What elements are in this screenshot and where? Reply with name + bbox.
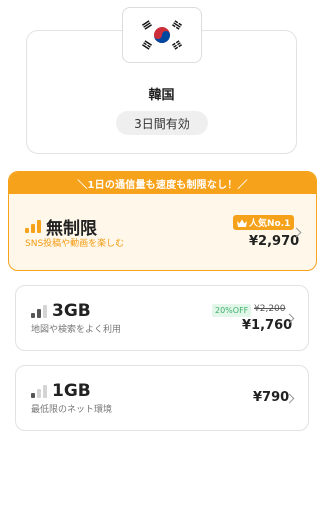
plan-subtitle: 地図や検索をよく利用 bbox=[31, 325, 122, 335]
crown-icon bbox=[237, 219, 247, 227]
plan-option-unlimited[interactable]: ＼1日の通信量も速度も制限なし！／ 無制限 SNS投稿や動画を楽しむ 人気No.… bbox=[8, 171, 317, 271]
validity-badge: 3日間有効 bbox=[116, 111, 208, 135]
plan-name: 3GB bbox=[52, 301, 91, 321]
country-name: 韓国 bbox=[148, 88, 175, 103]
south-korea-flag-icon bbox=[138, 18, 186, 52]
discount-badge: 20%OFF bbox=[212, 304, 252, 317]
plan-title-row: 3GB bbox=[31, 301, 91, 321]
signal-icon bbox=[25, 220, 41, 233]
plan-name: 1GB bbox=[52, 381, 91, 401]
popular-badge-label: 人気No.1 bbox=[249, 219, 291, 229]
plan-subtitle: SNS投稿や動画を楽しむ bbox=[25, 239, 125, 249]
original-price: ¥2,200 bbox=[254, 304, 286, 314]
plan-banner: ＼1日の通信量も速度も制限なし！／ bbox=[9, 172, 316, 194]
signal-icon bbox=[31, 384, 47, 398]
plan-price: ¥2,970 bbox=[249, 234, 300, 249]
popular-badge: 人気No.1 bbox=[233, 215, 295, 230]
plan-option-3gb[interactable]: 3GB 地図や検索をよく利用 20%OFF ¥2,200 ¥1,760 bbox=[15, 285, 309, 351]
signal-icon bbox=[31, 304, 47, 318]
flag-container bbox=[122, 7, 202, 63]
plan-price: ¥1,760 bbox=[242, 318, 293, 333]
plan-subtitle: 最低限のネット環境 bbox=[31, 405, 113, 415]
plan-option-1gb[interactable]: 1GB 最低限のネット環境 ¥790 bbox=[15, 365, 309, 431]
plan-title-row: 1GB bbox=[31, 381, 91, 401]
